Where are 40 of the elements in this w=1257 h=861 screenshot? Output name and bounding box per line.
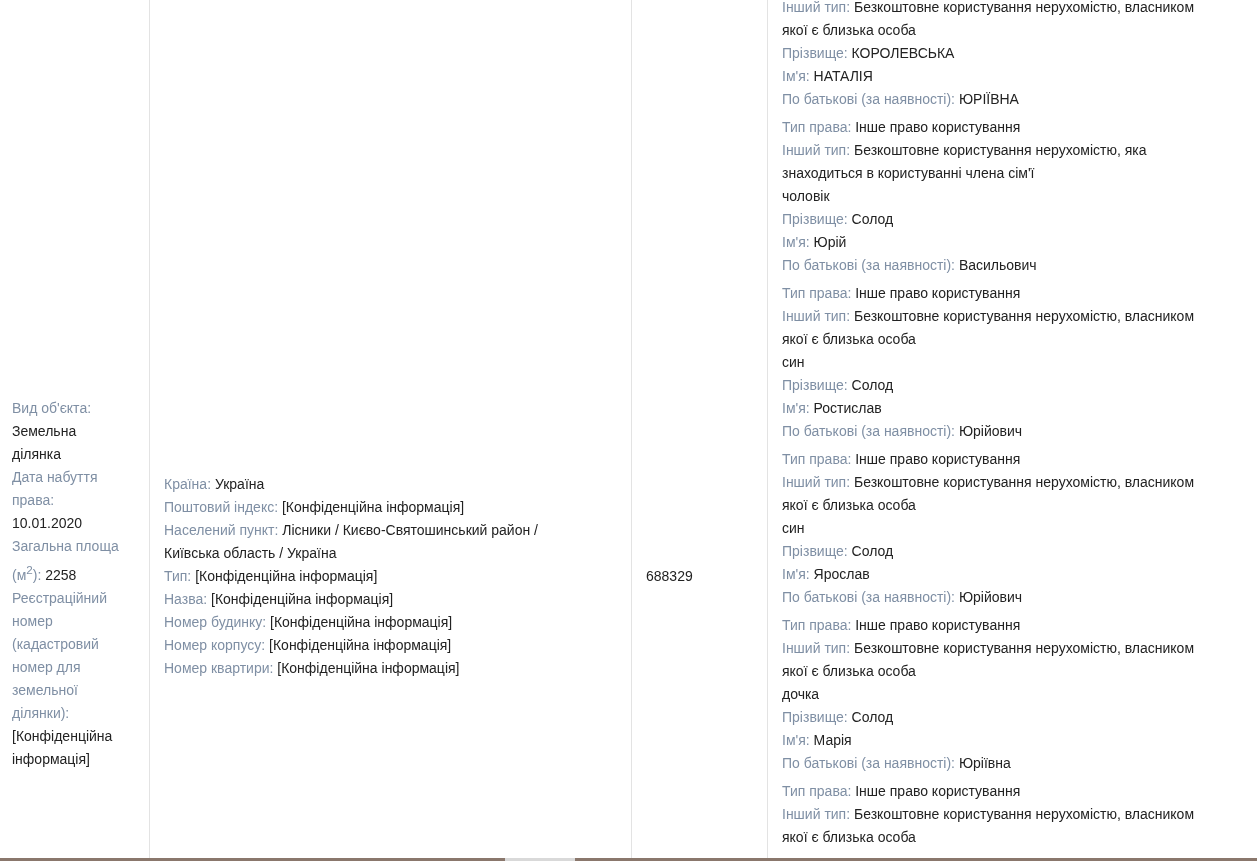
field-text: Тип права: Інше право користування [782,450,1022,469]
field-text: Країна: Україна [164,475,266,494]
field-text: Номер будинку: [Конфіденційна інформація] [164,613,454,632]
field-text: син [782,353,806,372]
field-text: Прізвище: Солод [782,542,895,561]
field-text: Тип права: Інше право користування [782,782,1022,801]
field-text: Прізвище: Солод [782,210,895,229]
field-text: По батькові (за наявності): Юріївна [782,754,1012,773]
field-text: Реєстраційний номер (кадастровий номер для земельної ділянки): [Конфіденційна інформація] [12,589,114,769]
field-text: Ім'я: Марія [782,731,853,750]
scrollbar-thumb[interactable] [505,858,575,861]
field-text: Номер корпусу: [Конфіденційна інформація] [164,636,453,655]
field-text: Тип: [Конфіденційна інформація] [164,567,379,586]
field-text: Тип права: Інше право користування [782,118,1022,137]
field-text: Тип права: Інше право користування [782,616,1022,635]
field-text: Тип права: Інше право користування [782,284,1022,303]
cost-value: 688329 [646,567,694,586]
field-text: Населений пункт: Лісники / Києво-Святошинський район / Київська область / Україна [164,521,539,563]
field-text: По батькові (за наявності): ЮРІЇВНА [782,90,1020,109]
field-text: Загальна площа (м$^{2}$): 2258 [12,537,120,585]
field-text: чоловік [782,187,831,206]
field-text: Номер квартири: [Конфіденційна інформація] [164,659,461,678]
field-text: Ім'я: Юрій [782,233,848,252]
field-text: По батькові (за наявності): Васильович [782,256,1038,275]
field-text: Ім'я: Ярослав [782,565,871,584]
field-text: Ім'я: НАТАЛІЯ [782,67,874,86]
field-text: Прізвище: Солод [782,376,895,395]
field-text: Прізвище: Солод [782,708,895,727]
field-text: Поштовий індекс: [Конфіденційна інформація] [164,498,466,517]
field-text: Ім'я: Ростислав [782,399,883,418]
field-text: Назва: [Конфіденційна інформація] [164,590,395,609]
field-text: Прізвище: КОРОЛЕВСЬКА [782,44,956,63]
field-text: Вид об'єкта: Земельна ділянка [12,399,93,465]
field-text: дочка [782,685,821,704]
field-text: По батькові (за наявності): Юрійович [782,422,1024,441]
field-text: По батькові (за наявності): Юрійович [782,588,1024,607]
field-text: Інший тип: Безкоштовне користування нерухомістю, власником якої є близька особа [782,805,1196,847]
field-text: Інший тип: Безкоштовне користування нерухомістю, власником якої є близька особа [782,0,1196,40]
field-text: син [782,519,806,538]
field-text: Дата набуття права: 10.01.2020 [12,468,99,534]
